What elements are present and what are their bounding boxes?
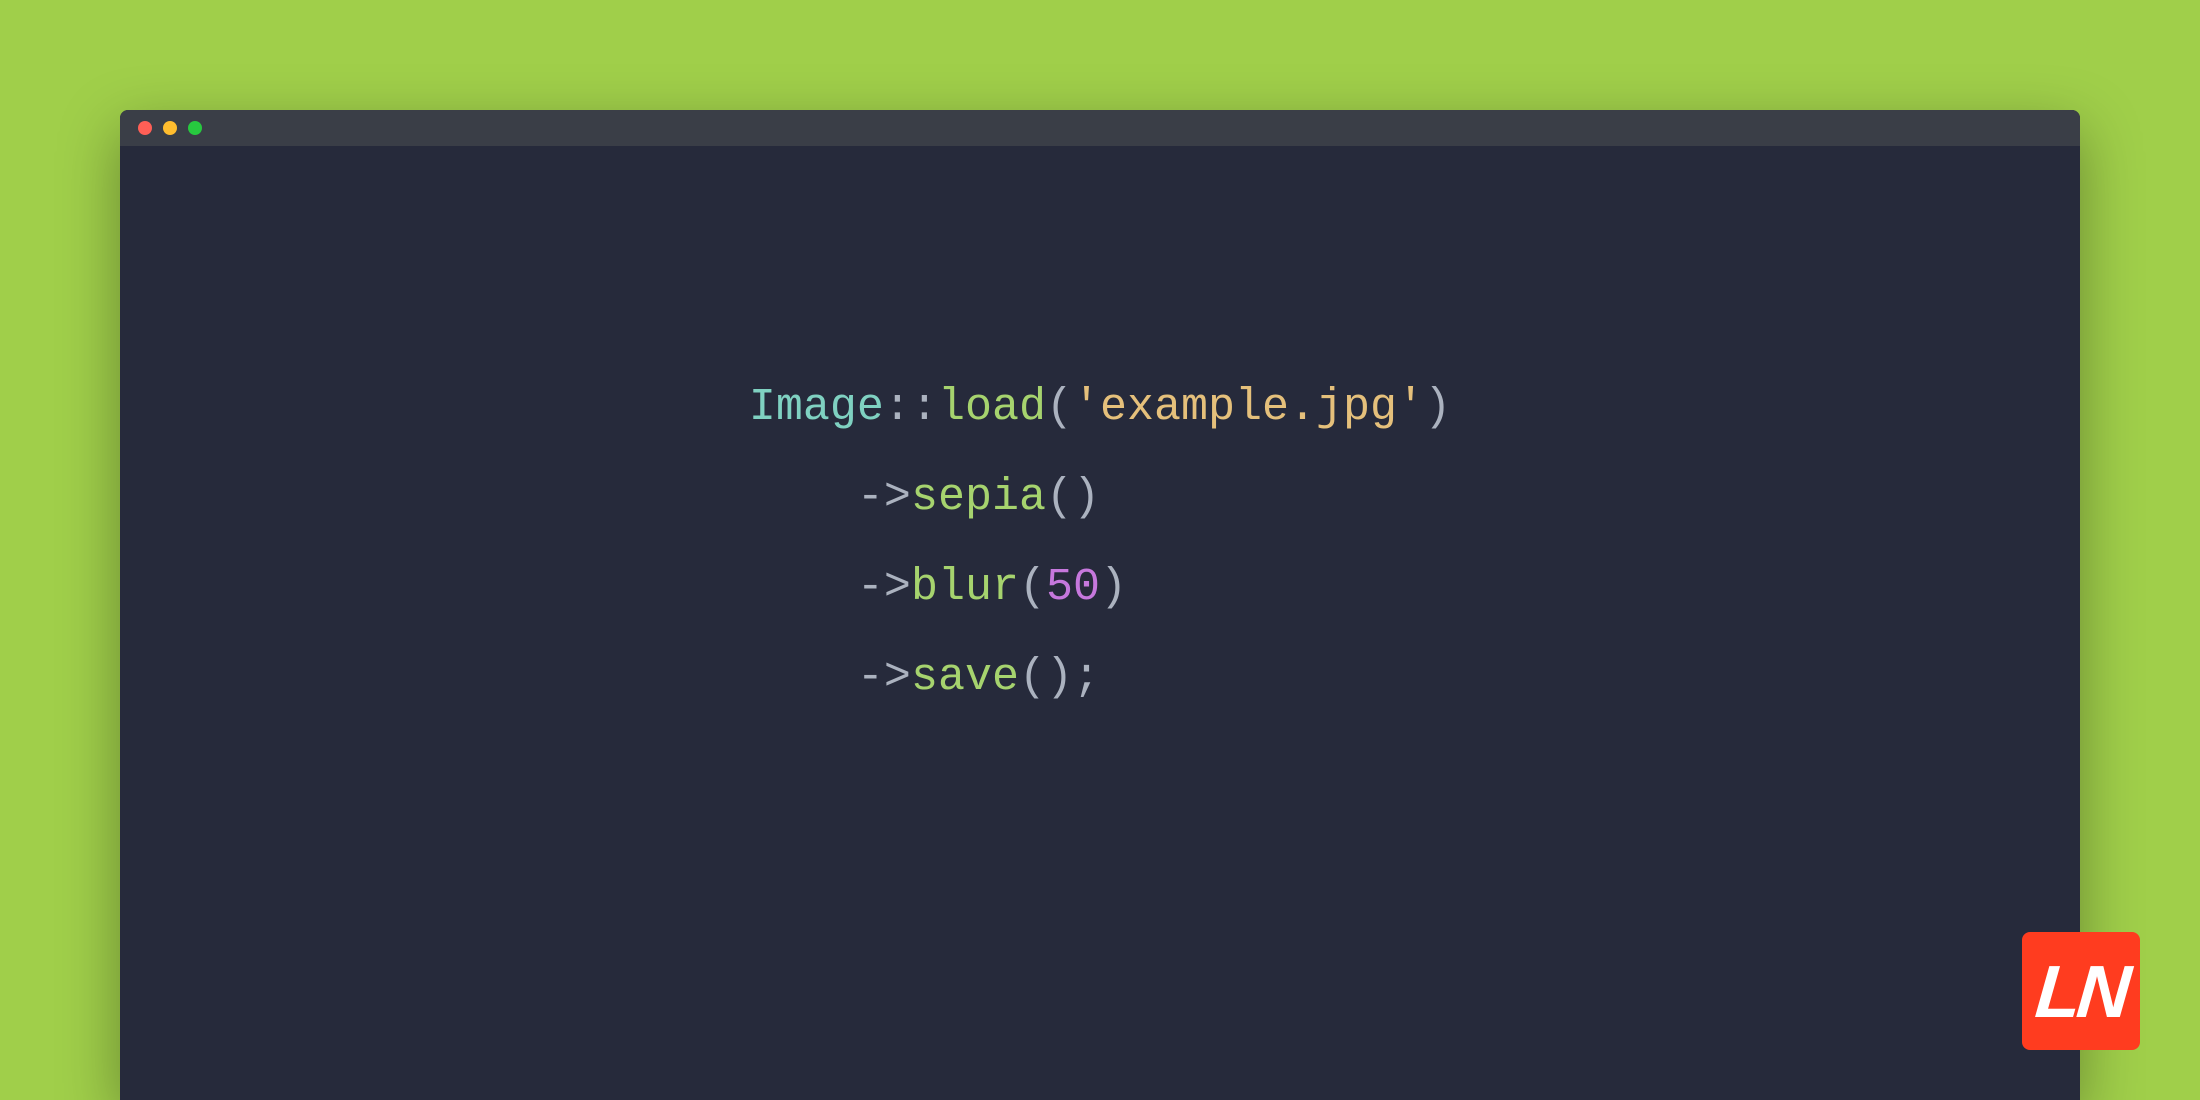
function-token: save bbox=[911, 652, 1019, 703]
close-icon[interactable] bbox=[138, 121, 152, 135]
code-block: Image::load('example.jpg') ->sepia() ->b… bbox=[749, 363, 1451, 723]
paren-open: ( bbox=[1019, 562, 1046, 613]
string-quote: ' bbox=[1397, 382, 1424, 433]
paren-close: ) bbox=[1424, 382, 1451, 433]
code-window: Image::load('example.jpg') ->sepia() ->b… bbox=[120, 110, 2080, 1100]
function-token: sepia bbox=[911, 472, 1046, 523]
code-line-4: ->save(); bbox=[749, 652, 1100, 703]
code-line-2: ->sepia() bbox=[749, 472, 1100, 523]
indent bbox=[749, 472, 857, 523]
scope-token: :: bbox=[884, 382, 938, 433]
arrow-token: -> bbox=[857, 472, 911, 523]
window-titlebar bbox=[120, 110, 2080, 146]
arrow-token: -> bbox=[857, 562, 911, 613]
semicolon-token: ; bbox=[1073, 652, 1100, 703]
indent bbox=[749, 652, 857, 703]
editor-pane: Image::load('example.jpg') ->sepia() ->b… bbox=[120, 146, 2080, 1100]
string-token: example.jpg bbox=[1100, 382, 1397, 433]
class-token: Image bbox=[749, 382, 884, 433]
number-token: 50 bbox=[1046, 562, 1100, 613]
code-line-3: ->blur(50) bbox=[749, 562, 1127, 613]
string-quote: ' bbox=[1073, 382, 1100, 433]
parens: () bbox=[1019, 652, 1073, 703]
maximize-icon[interactable] bbox=[188, 121, 202, 135]
minimize-icon[interactable] bbox=[163, 121, 177, 135]
paren-open: ( bbox=[1046, 382, 1073, 433]
brand-logo: LN bbox=[2022, 932, 2140, 1050]
paren-close: ) bbox=[1100, 562, 1127, 613]
code-line-1: Image::load('example.jpg') bbox=[749, 382, 1451, 433]
brand-logo-text: LN bbox=[2032, 949, 2130, 1034]
parens: () bbox=[1046, 472, 1100, 523]
function-token: blur bbox=[911, 562, 1019, 613]
function-token: load bbox=[938, 382, 1046, 433]
arrow-token: -> bbox=[857, 652, 911, 703]
indent bbox=[749, 562, 857, 613]
